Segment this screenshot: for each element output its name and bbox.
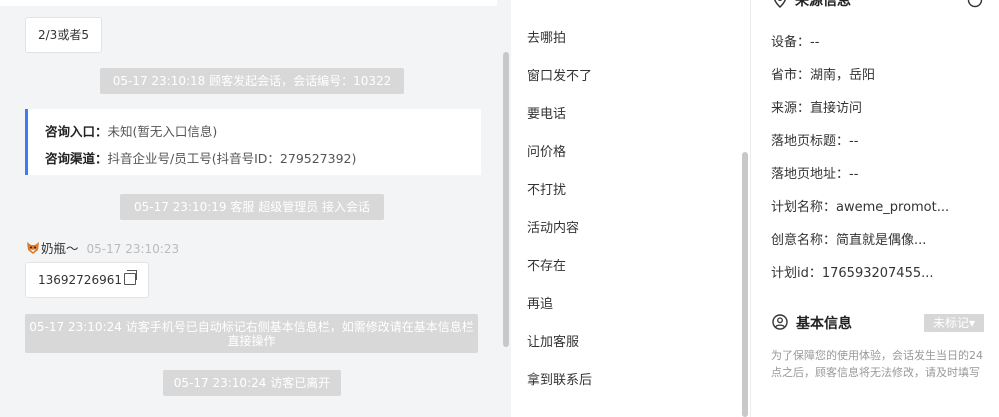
creative-name-field: 创意名称：简直就是偶像... (771, 233, 927, 248)
customer-info-panel: 来源信息 设备：-- 省市：湖南，岳阳 来源：直接访问 落地页标题：-- 落地页… (751, 0, 999, 417)
quick-reply-item[interactable]: 不打扰 (527, 179, 566, 198)
system-message: 05-17 23:10:24 访客手机号已自动标记右侧基本信息栏，如需修改请在基… (25, 314, 478, 353)
chat-panel: 2/3或者5 05-17 23:10:18 顾客发起会话，会话编号：10322 … (0, 0, 511, 417)
consult-entry-value: 未知(暂无入口信息) (107, 124, 218, 139)
consult-channel-label: 咨询渠道： (45, 151, 108, 166)
phone-number: 13692726961 (38, 273, 122, 287)
chat-header-strip (0, 0, 497, 6)
quick-reply-item[interactable]: 再追 (527, 293, 553, 312)
system-message: 05-17 23:10:19 客服 超级管理员 接入会话 (120, 194, 384, 220)
quick-reply-item[interactable]: 活动内容 (527, 217, 579, 236)
quick-reply-item[interactable]: 不存在 (527, 255, 566, 274)
message-time: 05-17 23:10:23 (86, 242, 180, 256)
system-message: 05-17 23:10:24 访客已离开 (163, 370, 341, 396)
landing-title-field: 落地页标题：-- (771, 134, 859, 149)
mark-status-dropdown[interactable]: 未标记▾ (924, 314, 984, 332)
plan-id-field: 计划id：176593207455... (771, 266, 934, 281)
plan-name-field: 计划名称：aweme_promot... (771, 200, 950, 215)
message-bubble[interactable]: 2/3或者5 (25, 17, 102, 53)
device-field: 设备：-- (771, 35, 820, 50)
source-info-title: 来源信息 (795, 0, 851, 9)
quick-reply-item[interactable]: 窗口发不了 (527, 65, 592, 84)
quick-reply-list: 去哪拍 窗口发不了 要电话 问价格 不打扰 活动内容 不存在 再追 让加客服 拿… (511, 0, 750, 417)
edit-icon[interactable] (967, 0, 983, 8)
source-field: 来源：直接访问 (771, 101, 863, 116)
copy-icon[interactable] (123, 270, 137, 285)
basic-info-note: 为了保障您的使用体验，会话发生当日的24点之后，顾客信息将无法修改，请及时填写 (771, 349, 983, 379)
quick-reply-scrollbar[interactable] (742, 152, 748, 417)
quick-reply-item[interactable]: 去哪拍 (527, 27, 566, 46)
region-field: 省市：湖南，岳阳 (771, 68, 876, 83)
consult-entry-label: 咨询入口： (45, 124, 108, 139)
landing-url-field: 落地页地址：-- (771, 167, 859, 182)
quick-reply-item[interactable]: 让加客服 (527, 331, 579, 350)
quick-reply-item[interactable]: 拿到联系后 (527, 369, 592, 388)
message-author: 奶瓶～ 05-17 23:10:23 (26, 238, 179, 257)
chat-scrollbar[interactable] (503, 52, 509, 347)
author-name: 奶瓶～ (41, 241, 79, 256)
consult-channel-value: 抖音企业号/员工号(抖音号ID：279527392) (107, 151, 357, 166)
quick-reply-item[interactable]: 问价格 (527, 141, 566, 160)
consult-info-card: 咨询入口：未知(暂无入口信息) 咨询渠道：抖音企业号/员工号(抖音号ID：279… (25, 109, 481, 175)
user-icon (772, 314, 788, 330)
phone-bubble[interactable]: 13692726961 (25, 262, 149, 298)
basic-info-title: 基本信息 (796, 316, 852, 332)
system-message: 05-17 23:10:18 顾客发起会话，会话编号：10322 (100, 68, 404, 94)
location-pin-icon (774, 0, 786, 8)
fox-avatar-icon (27, 242, 39, 254)
quick-reply-item[interactable]: 要电话 (527, 103, 566, 122)
